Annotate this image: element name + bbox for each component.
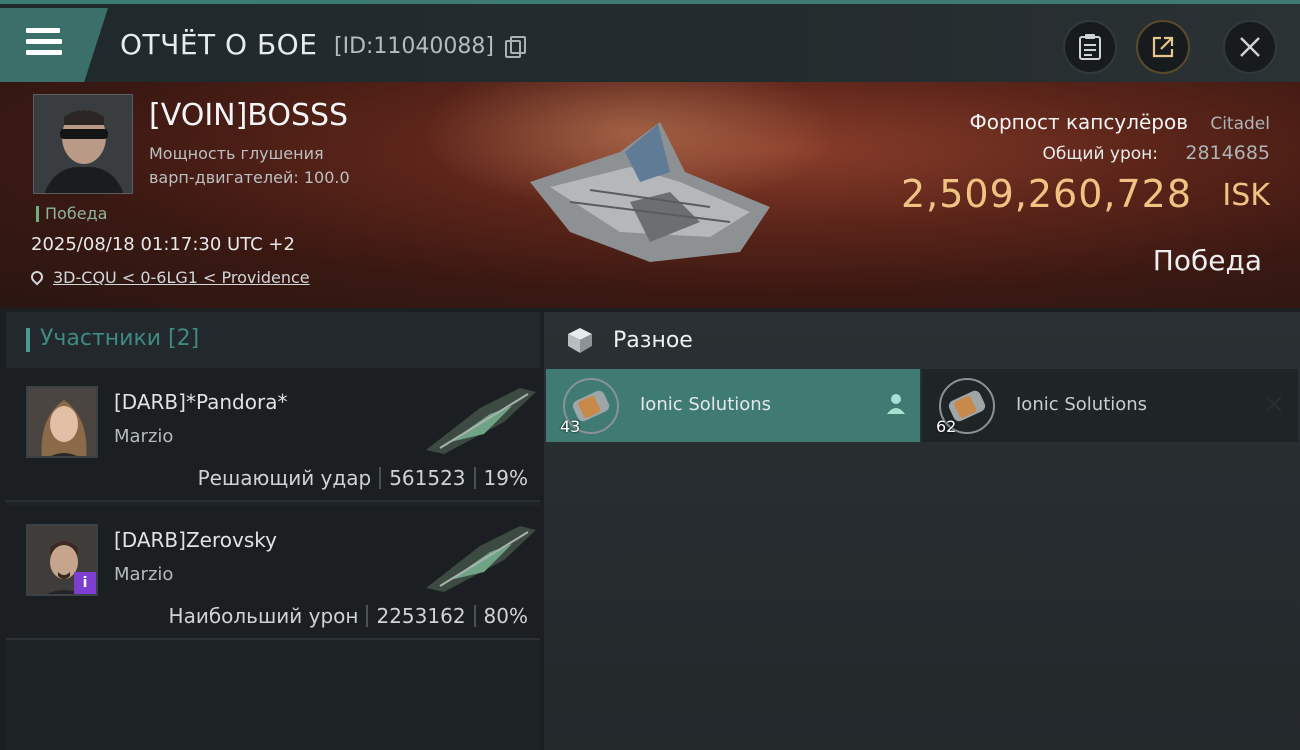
female-pilot-portrait-icon <box>28 388 96 456</box>
info-badge-icon[interactable]: i <box>74 572 96 594</box>
person-icon <box>887 394 905 414</box>
pilot-stat-line1: Мощность глушения <box>149 144 324 163</box>
ship-icon <box>426 388 536 454</box>
copy-icon[interactable] <box>505 36 526 58</box>
item-name: Ionic Solutions <box>640 394 772 415</box>
participants-title: Участники [2] <box>40 326 200 351</box>
total-damage-label: Общий урон: <box>1042 144 1158 164</box>
x-icon <box>1266 396 1282 412</box>
menu-button[interactable] <box>0 8 108 82</box>
battle-datetime: 2025/08/18 01:17:30 UTC +2 <box>31 234 295 255</box>
pilot-name[interactable]: [VOIN]BOSSS <box>149 98 348 133</box>
participant-corp: Marzio <box>114 564 174 585</box>
participants-panel: Участники [2] [DARB]*Pandora* Marzio Реш… <box>6 312 540 750</box>
participant-stats: Решающий удар 561523 19% <box>198 466 528 490</box>
loot-item[interactable]: 43 Ionic Solutions <box>546 369 920 442</box>
participant-percent: 80% <box>483 604 528 628</box>
participant-percent: 19% <box>483 466 528 490</box>
pilot-stat-line2: варп-двигателей: 100.0 <box>149 168 350 187</box>
participant-damage: 561523 <box>389 466 466 490</box>
participant-name[interactable]: [DARB]Zerovsky <box>114 528 277 552</box>
close-button[interactable] <box>1223 20 1277 74</box>
share-button[interactable] <box>1136 20 1190 74</box>
participant-damage: 2253162 <box>376 604 466 628</box>
participant-stats: Наибольший урон 2253162 80% <box>169 604 528 628</box>
close-icon <box>1240 37 1260 57</box>
page-title: ОТЧЁТ О БОЕ <box>120 28 318 61</box>
ship-icon <box>426 526 536 592</box>
item-quantity: 43 <box>560 417 581 436</box>
location-link[interactable]: 3D-CQU < 0-6LG1 < Providence <box>53 268 310 287</box>
location-pin-icon <box>28 268 46 286</box>
share-icon <box>1152 36 1174 58</box>
top-bar: ОТЧЁТ О БОЕ [ID:11040088] <box>0 0 1300 82</box>
participant-corp: Marzio <box>114 426 174 447</box>
participant-row[interactable]: i [DARB]Zerovsky Marzio Наибольший урон 2… <box>6 506 540 640</box>
target-class: Citadel <box>1210 114 1270 134</box>
loot-item[interactable]: 62 Ionic Solutions <box>922 369 1298 442</box>
result-badge: Победа <box>36 206 107 222</box>
clipboard-icon <box>1079 34 1101 60</box>
participants-header: Участники [2] <box>6 312 540 368</box>
participant-name[interactable]: [DARB]*Pandora* <box>114 390 287 414</box>
pilot-portrait-icon <box>34 95 132 193</box>
participant-row[interactable]: [DARB]*Pandora* Marzio Решающий удар 5615… <box>6 368 540 502</box>
participant-avatar[interactable]: i <box>26 524 98 596</box>
total-damage-value: 2814685 <box>1185 142 1270 164</box>
pilot-avatar[interactable] <box>33 94 133 194</box>
clipboard-button[interactable] <box>1063 20 1117 74</box>
isk-unit: ISK <box>1222 178 1270 213</box>
hamburger-menu-icon <box>26 28 62 58</box>
misc-header: Разное <box>544 312 1300 368</box>
battle-location[interactable]: 3D-CQU < 0-6LG1 < Providence <box>28 268 310 287</box>
item-quantity: 62 <box>936 417 957 436</box>
isk-value: 2,509,260,728 <box>900 172 1192 216</box>
battle-summary: [VOIN]BOSSS Мощность глушения варп-двига… <box>0 82 1300 308</box>
report-id: [ID:11040088] <box>334 34 494 59</box>
battle-result: Победа <box>1152 244 1262 277</box>
misc-title: Разное <box>613 328 693 353</box>
item-name: Ionic Solutions <box>1016 394 1148 415</box>
participant-role: Наибольший урон <box>168 604 359 628</box>
misc-panel: Разное 43 Ionic Solutions 62 Ionic Solut… <box>544 312 1300 750</box>
section-accent-bar <box>26 328 30 352</box>
cube-icon <box>568 328 592 353</box>
participant-role: Решающий удар <box>197 466 372 490</box>
participant-avatar[interactable] <box>26 386 98 458</box>
target-name[interactable]: Форпост капсулёров <box>969 110 1188 134</box>
citadel-structure-icon <box>530 122 770 262</box>
